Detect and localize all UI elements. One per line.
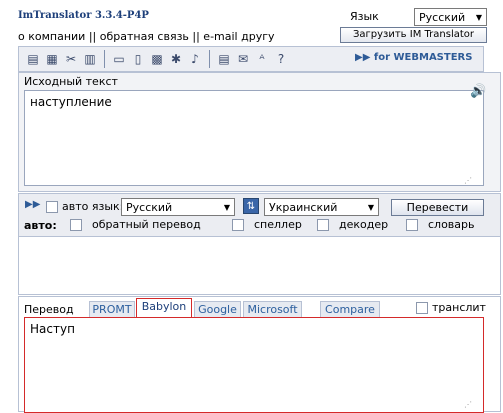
resize-grip-icon[interactable]: ⋰: [464, 176, 472, 185]
toolbar-divider: [104, 50, 105, 68]
chevron-down-icon: ▼: [475, 12, 482, 22]
translit-option[interactable]: транслит: [416, 301, 486, 314]
double-arrow-icon: ▶▶: [355, 52, 374, 63]
trash-icon[interactable]: ▥: [82, 51, 98, 67]
to-language-select[interactable]: Украинский ▼: [264, 198, 379, 216]
tab-promt[interactable]: PROMT: [89, 301, 135, 317]
app-title: ImTranslator 3.3.4-P4P: [18, 10, 149, 21]
language-label: Язык: [350, 10, 379, 23]
print-icon[interactable]: ▦: [44, 51, 60, 67]
tab-compare[interactable]: Compare: [320, 301, 380, 317]
tab-google[interactable]: Google: [194, 301, 241, 317]
dictionary-checkbox[interactable]: [406, 218, 418, 231]
decoder-label: декодер: [339, 218, 389, 231]
result-label: Перевод: [24, 303, 74, 316]
settings-icon[interactable]: ✱: [168, 51, 184, 67]
dictionary-option[interactable]: словарь: [406, 218, 475, 231]
auto-lang-option[interactable]: авто язык:: [46, 200, 123, 213]
speller-label: спеллер: [254, 218, 302, 231]
nav-links[interactable]: о компании || обратная связь || e-mail д…: [18, 30, 275, 43]
speller-option[interactable]: спеллер: [232, 218, 302, 231]
swap-languages-icon[interactable]: ⇅: [243, 198, 259, 214]
font-size-icon[interactable]: ᴬ: [254, 51, 270, 67]
ui-language-select[interactable]: Русский ▼: [414, 8, 487, 26]
source-label: Исходный текст: [24, 75, 118, 88]
reverse-checkbox[interactable]: [70, 218, 82, 231]
dictionary-icon[interactable]: ▭: [111, 51, 127, 67]
keyboard-icon[interactable]: ▩: [149, 51, 165, 67]
clipboard-icon[interactable]: ▤: [25, 51, 41, 67]
printer-icon[interactable]: ▤: [216, 51, 232, 67]
toolbar: ▤ ▦ ✂ ▥ ▭ ▯ ▩ ✱ ♪ ▤ ✉ ᴬ ? ▶▶ for WEBMAST…: [18, 46, 484, 72]
source-textarea[interactable]: наступление: [24, 90, 484, 186]
reverse-label: обратный перевод: [92, 218, 201, 231]
double-arrow-icon: ▶▶: [25, 199, 41, 210]
decoder-option[interactable]: декодер: [317, 218, 388, 231]
translate-button[interactable]: Перевести: [391, 199, 484, 216]
email-icon[interactable]: ✉: [235, 51, 251, 67]
from-language-select[interactable]: Русский ▼: [121, 198, 235, 216]
resize-grip-icon[interactable]: ⋰: [464, 400, 472, 409]
auto-lang-checkbox[interactable]: [46, 200, 58, 213]
chevron-down-icon: ▼: [367, 202, 374, 212]
webmasters-link[interactable]: ▶▶ for WEBMASTERS: [355, 52, 472, 63]
blank-area: [18, 237, 501, 295]
translit-label: транслит: [432, 301, 486, 314]
spellcheck-icon[interactable]: ▯: [130, 51, 146, 67]
speaker-icon[interactable]: 🔊: [470, 84, 490, 100]
to-language-value: Украинский: [269, 200, 338, 214]
result-text: Наступ: [30, 322, 75, 336]
load-translator-button[interactable]: Загрузить IM Translator: [340, 27, 487, 43]
toolbar-divider: [209, 50, 210, 68]
voice-icon[interactable]: ♪: [187, 51, 203, 67]
tab-babylon[interactable]: Babylon: [136, 298, 192, 318]
dictionary-label: словарь: [428, 218, 475, 231]
ui-language-value: Русский: [419, 10, 466, 24]
source-text: наступление: [30, 95, 112, 109]
decoder-checkbox[interactable]: [317, 218, 329, 231]
reverse-option[interactable]: обратный перевод: [70, 218, 201, 231]
help-icon[interactable]: ?: [273, 51, 289, 67]
translit-checkbox[interactable]: [416, 301, 428, 314]
speller-checkbox[interactable]: [232, 218, 244, 231]
cut-icon[interactable]: ✂: [63, 51, 79, 67]
tab-microsoft[interactable]: Microsoft: [243, 301, 302, 317]
auto-label: авто:: [24, 219, 57, 232]
chevron-down-icon: ▼: [223, 202, 230, 212]
result-textarea[interactable]: Наступ: [24, 317, 484, 413]
from-language-value: Русский: [126, 200, 173, 214]
auto-lang-label: авто язык:: [62, 200, 124, 213]
